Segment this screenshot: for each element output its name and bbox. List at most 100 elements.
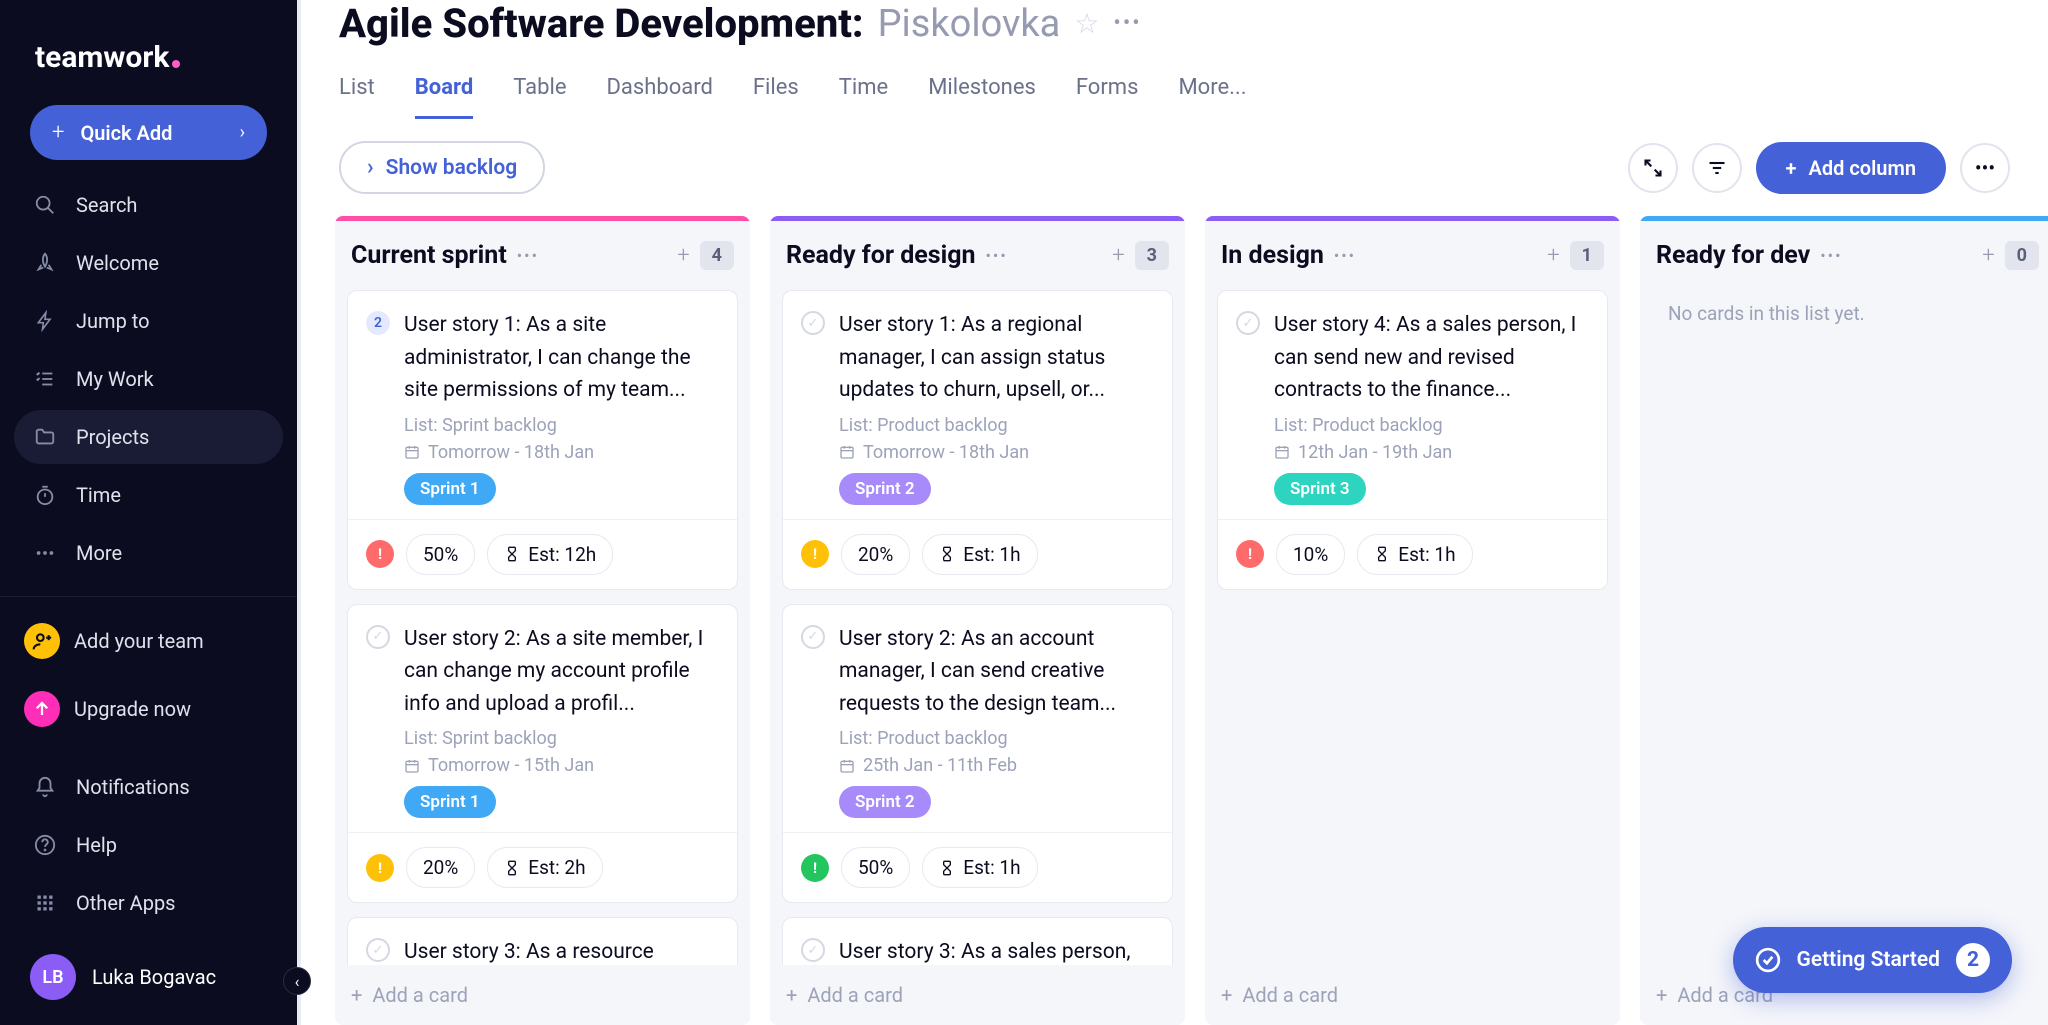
empty-message: No cards in this list yet. <box>1652 290 2043 337</box>
expand-icon <box>1643 158 1663 178</box>
chevron-left-icon: ‹ <box>295 972 300 991</box>
sidebar-item-jump-to[interactable]: Jump to <box>14 294 283 348</box>
sidebar-item-time[interactable]: Time <box>14 468 283 522</box>
check-circle-icon[interactable]: ✓ <box>801 938 825 962</box>
tab-more[interactable]: More... <box>1178 75 1246 119</box>
filter-button[interactable] <box>1692 143 1742 193</box>
chevron-right-icon: › <box>240 122 245 143</box>
card-list: List: Product backlog <box>839 415 1154 436</box>
plus-icon: + <box>52 120 64 145</box>
sidebar-item-projects[interactable]: Projects <box>14 410 283 464</box>
sidebar-item-welcome[interactable]: Welcome <box>14 236 283 290</box>
show-backlog-button[interactable]: › Show backlog <box>339 141 545 194</box>
card[interactable]: ✓User story 1: As a regional manager, I … <box>782 290 1173 590</box>
sidebar-item-add-team[interactable]: Add your team <box>14 609 283 673</box>
sidebar-item-notifications[interactable]: Notifications <box>14 760 283 814</box>
getting-started-button[interactable]: Getting Started 2 <box>1733 927 2012 993</box>
sidebar-item-more[interactable]: More <box>14 526 283 580</box>
expand-button[interactable] <box>1628 143 1678 193</box>
column-more-button[interactable]: ••• <box>517 246 539 265</box>
check-circle-icon[interactable]: ✓ <box>366 625 390 649</box>
priority-badge: ! <box>366 854 394 882</box>
help-icon <box>32 832 58 858</box>
card[interactable]: ✓ User story 3: As a resource <box>347 917 738 965</box>
sprint-tag: Sprint 1 <box>404 786 496 818</box>
board: Current sprint•••+42User story 1: As a s… <box>301 216 2048 1025</box>
star-icon[interactable]: ☆ <box>1074 7 1099 40</box>
search-icon <box>32 192 58 218</box>
tab-forms[interactable]: Forms <box>1076 75 1139 119</box>
sidebar-item-search[interactable]: Search <box>14 178 283 232</box>
card-date: 25th Jan - 11th Feb <box>839 755 1154 776</box>
card-list: List: Product backlog <box>839 728 1154 749</box>
priority-badge: ! <box>1236 540 1264 568</box>
priority-badge: ! <box>366 540 394 568</box>
tab-board[interactable]: Board <box>415 75 473 119</box>
tab-list[interactable]: List <box>339 75 375 119</box>
plus-icon: + <box>786 983 797 1007</box>
card-title: User story 3: As a resource <box>404 936 719 965</box>
plus-icon: + <box>1221 983 1232 1007</box>
sidebar-item-upgrade[interactable]: Upgrade now <box>14 677 283 741</box>
bell-icon <box>32 774 58 800</box>
stopwatch-icon <box>32 482 58 508</box>
card-list: List: Sprint backlog <box>404 415 719 436</box>
tab-dashboard[interactable]: Dashboard <box>606 75 712 119</box>
column-add-button[interactable]: + <box>1112 243 1124 268</box>
card-count-badge: 2 <box>366 311 390 335</box>
add-card-button[interactable]: +Add a card <box>770 965 1185 1025</box>
project-more-button[interactable]: ••• <box>1113 11 1141 36</box>
card[interactable]: ✓ User story 3: As a sales person, <box>782 917 1173 965</box>
progress-pill: 10% <box>1276 534 1345 575</box>
column-add-button[interactable]: + <box>677 243 689 268</box>
check-circle-icon <box>1755 947 1781 973</box>
column-more-button[interactable]: ••• <box>986 246 1008 265</box>
priority-badge: ! <box>801 540 829 568</box>
project-title-prefix: Agile Software Development: <box>339 0 864 47</box>
plus-icon: + <box>1786 156 1797 180</box>
avatar: LB <box>30 954 76 1000</box>
card[interactable]: ✓User story 2: As an account manager, I … <box>782 604 1173 904</box>
card-list: List: Sprint backlog <box>404 728 719 749</box>
sprint-tag: Sprint 3 <box>1274 473 1366 505</box>
tab-files[interactable]: Files <box>753 75 799 119</box>
plus-icon: + <box>351 983 362 1007</box>
sidebar-item-help[interactable]: Help <box>14 818 283 872</box>
board-more-button[interactable]: ••• <box>1960 143 2010 193</box>
add-card-button[interactable]: +Add a card <box>1205 965 1620 1025</box>
tab-milestones[interactable]: Milestones <box>928 75 1036 119</box>
main-content: Agile Software Development: Piskolovka ☆… <box>301 0 2048 1025</box>
user-profile[interactable]: LB Luka Bogavac <box>0 940 297 1025</box>
check-circle-icon[interactable]: ✓ <box>366 938 390 962</box>
collapse-sidebar-button[interactable]: ‹ <box>283 967 311 995</box>
tab-table[interactable]: Table <box>513 75 566 119</box>
estimate-pill: Est: 1h <box>922 847 1037 888</box>
card-title: User story 3: As a sales person, <box>839 936 1154 965</box>
tab-time[interactable]: Time <box>839 75 888 119</box>
card-date: Tomorrow - 18th Jan <box>839 442 1154 463</box>
check-circle-icon[interactable]: ✓ <box>801 625 825 649</box>
sidebar-item-other-apps[interactable]: Other Apps <box>14 876 283 930</box>
priority-badge: ! <box>801 854 829 882</box>
estimate-pill: Est: 1h <box>1357 534 1472 575</box>
card[interactable]: ✓User story 4: As a sales person, I can … <box>1217 290 1608 590</box>
sprint-tag: Sprint 1 <box>404 473 496 505</box>
column-title: Current sprint <box>351 241 507 270</box>
card-date: 12th Jan - 19th Jan <box>1274 442 1589 463</box>
estimate-pill: Est: 12h <box>487 534 613 575</box>
column-more-button[interactable]: ••• <box>1820 246 1842 265</box>
column-add-button[interactable]: + <box>1547 243 1559 268</box>
add-card-button[interactable]: +Add a card <box>335 965 750 1025</box>
check-circle-icon[interactable]: ✓ <box>801 311 825 335</box>
add-column-button[interactable]: +Add column <box>1756 142 1947 194</box>
quick-add-button[interactable]: + Quick Add › <box>30 105 267 160</box>
check-circle-icon[interactable]: ✓ <box>1236 311 1260 335</box>
sidebar-item-my-work[interactable]: My Work <box>14 352 283 406</box>
card[interactable]: ✓User story 2: As a site member, I can c… <box>347 604 738 904</box>
column-more-button[interactable]: ••• <box>1334 246 1356 265</box>
plus-icon: + <box>1656 983 1667 1007</box>
card[interactable]: 2User story 1: As a site administrator, … <box>347 290 738 590</box>
grid-icon <box>32 890 58 916</box>
column-add-button[interactable]: + <box>1982 243 1994 268</box>
estimate-pill: Est: 1h <box>922 534 1037 575</box>
